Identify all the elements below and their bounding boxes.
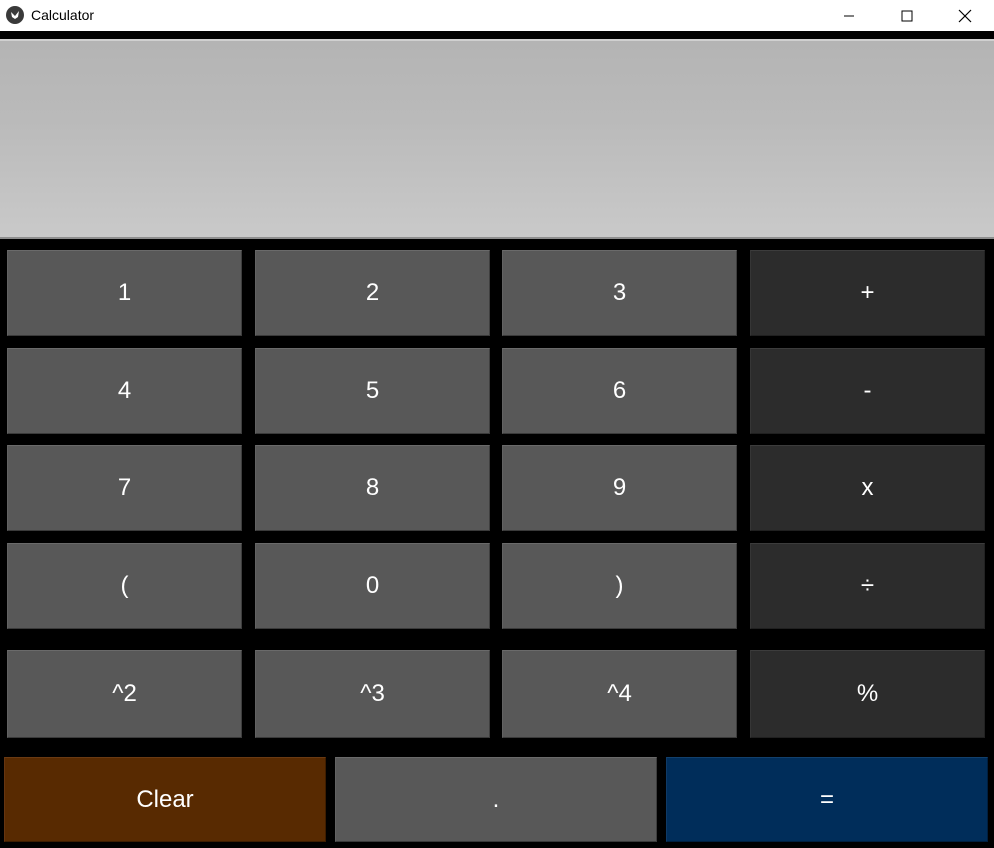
key-percent[interactable]: % — [750, 650, 985, 738]
key-1[interactable]: 1 — [7, 250, 242, 336]
close-button[interactable] — [936, 0, 994, 31]
calculator-display[interactable] — [0, 39, 994, 239]
maximize-icon — [901, 10, 913, 21]
maximize-button[interactable] — [878, 0, 936, 31]
minimize-icon — [844, 15, 854, 16]
key-open-paren[interactable]: ( — [7, 543, 242, 629]
window-title: Calculator — [31, 7, 95, 23]
key-divide[interactable]: ÷ — [750, 543, 985, 629]
kivy-logo-icon — [6, 6, 24, 24]
key-7[interactable]: 7 — [7, 445, 242, 531]
key-cube[interactable]: ^3 — [255, 650, 490, 738]
minimize-button[interactable] — [820, 0, 878, 31]
key-minus[interactable]: - — [750, 348, 985, 434]
equals-button[interactable]: = — [666, 757, 988, 842]
title-bar: Calculator — [0, 0, 994, 31]
key-6[interactable]: 6 — [502, 348, 737, 434]
key-9[interactable]: 9 — [502, 445, 737, 531]
close-icon — [958, 9, 972, 22]
top-separator — [0, 31, 994, 39]
key-2[interactable]: 2 — [255, 250, 490, 336]
key-0[interactable]: 0 — [255, 543, 490, 629]
key-plus[interactable]: + — [750, 250, 985, 336]
key-5[interactable]: 5 — [255, 348, 490, 434]
clear-button[interactable]: Clear — [4, 757, 326, 842]
key-fourth-power[interactable]: ^4 — [502, 650, 737, 738]
key-decimal-point[interactable]: . — [335, 757, 657, 842]
key-multiply[interactable]: x — [750, 445, 985, 531]
key-4[interactable]: 4 — [7, 348, 242, 434]
key-3[interactable]: 3 — [502, 250, 737, 336]
key-square[interactable]: ^2 — [7, 650, 242, 738]
key-8[interactable]: 8 — [255, 445, 490, 531]
key-close-paren[interactable]: ) — [502, 543, 737, 629]
calculator-window: Calculator 1 2 3 + 4 5 6 - 7 8 9 x (0)… — [0, 0, 994, 848]
